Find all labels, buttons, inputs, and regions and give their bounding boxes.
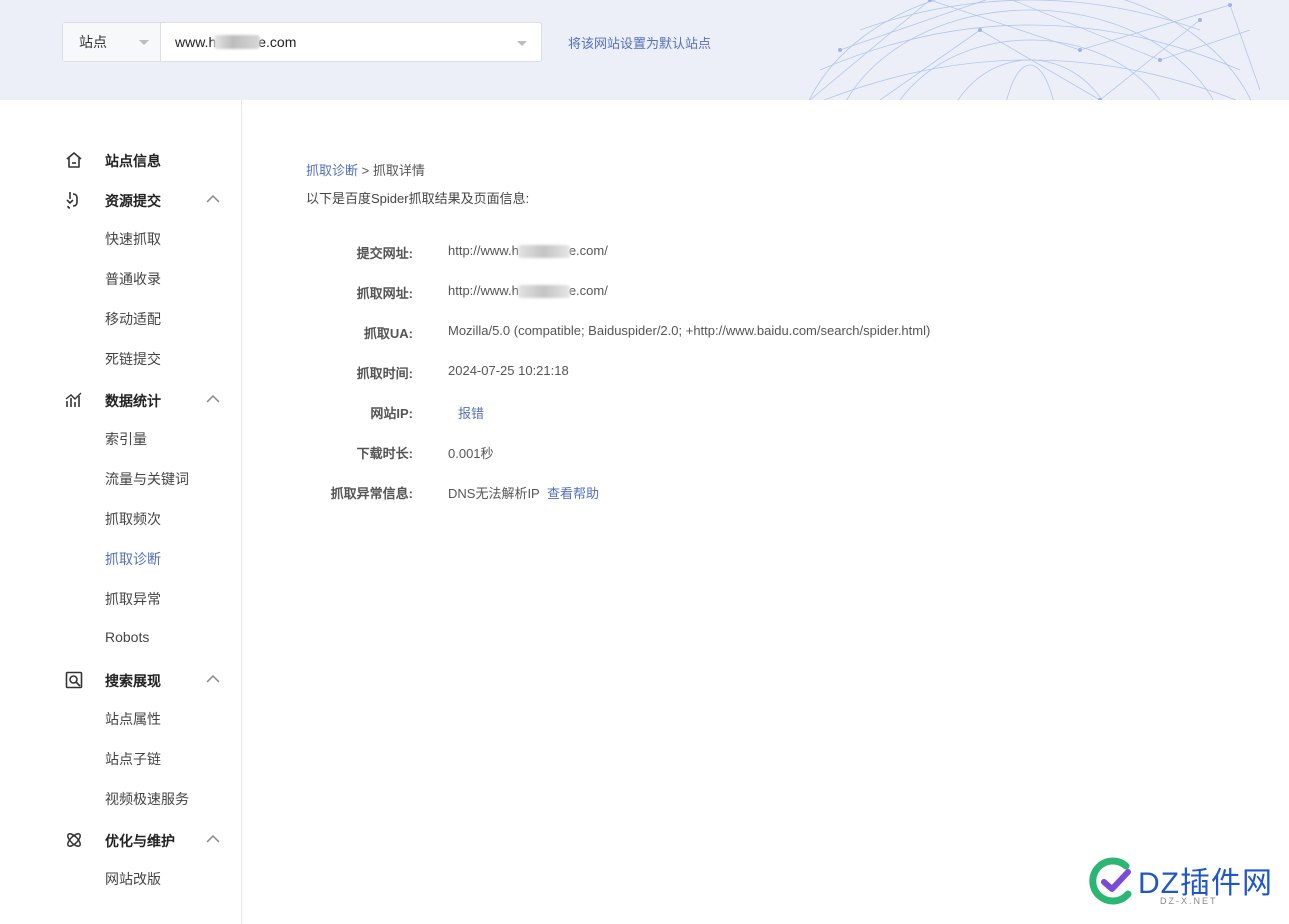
view-help-link[interactable]: 查看帮助 <box>547 486 599 501</box>
redacted-mask <box>517 285 570 299</box>
submit-url-prefix: http://www.h <box>448 243 519 258</box>
breadcrumb-current: 抓取详情 <box>372 163 425 178</box>
detail-label: 抓取网址: <box>356 286 413 301</box>
watermark-logo-icon <box>1089 857 1132 905</box>
sidebar-item-video-fast-service[interactable]: 视频极速服务 <box>105 789 189 809</box>
intro-text: 以下是百度Spider抓取结果及页面信息: <box>306 191 530 206</box>
detail-value: Mozilla/5.0 (compatible; Baiduspider/2.0… <box>448 323 931 338</box>
detail-label: 抓取时间: <box>356 366 413 381</box>
detail-value: 报错 <box>458 403 484 422</box>
set-default-site-link[interactable]: 将该网站设置为默认站点 <box>568 33 711 52</box>
sidebar-group-label: 站点信息 <box>105 153 161 169</box>
detail-row-submit-url: 提交网址: http://www.h e.com/ <box>243 242 1143 262</box>
sidebar-item-crawl-frequency[interactable]: 抓取频次 <box>105 509 161 529</box>
sidebar-group-label: 搜索展现 <box>105 673 161 689</box>
top-header: 站点 www.h e.com 将该网站设置为默认站点 <box>0 0 1289 100</box>
sidebar: 站点信息 资源提交 快速抓取 普通收录 移动适配 死链提交 数据统计 索引量 流… <box>0 100 242 924</box>
fetch-url-suffix: e.com/ <box>568 283 608 298</box>
sidebar-item-site-attributes[interactable]: 站点属性 <box>105 709 161 729</box>
sidebar-item-index-volume[interactable]: 索引量 <box>105 429 147 449</box>
detail-label: 提交网址: <box>356 246 413 261</box>
sidebar-group-label: 数据统计 <box>105 393 161 409</box>
optimize-icon <box>67 833 81 847</box>
caret-down-icon <box>139 40 149 45</box>
breadcrumb: 抓取诊断 > 抓取详情 <box>306 160 425 179</box>
sidebar-item-mobile-adapt[interactable]: 移动适配 <box>105 309 161 329</box>
caret-down-icon <box>517 41 527 46</box>
detail-row-error: 抓取异常信息: DNS无法解析IP 查看帮助 <box>243 482 1143 502</box>
sidebar-group-label: 资源提交 <box>105 193 161 209</box>
submit-url-suffix: e.com/ <box>568 243 608 258</box>
site-url-prefix: www.h <box>175 34 217 50</box>
site-url-suffix: e.com <box>258 34 297 50</box>
detail-row-duration: 下载时长: 0.001秒 <box>243 442 1143 462</box>
fetch-url-prefix: http://www.h <box>448 283 519 298</box>
detail-label: 抓取UA: <box>363 326 413 341</box>
watermark: DZ插件网 DZ-X.NET <box>1088 852 1283 916</box>
stats-icon <box>65 392 82 407</box>
detail-row-fetch-url: 抓取网址: http://www.h e.com/ <box>243 282 1143 302</box>
report-error-link[interactable]: 报错 <box>458 406 484 421</box>
detail-value: http://www.h e.com/ <box>448 243 608 259</box>
sidebar-item-dead-link[interactable]: 死链提交 <box>105 349 161 369</box>
sidebar-item-crawl-diagnosis[interactable]: 抓取诊断 <box>105 549 161 569</box>
chevron-up-icon <box>206 394 220 403</box>
site-picker: 站点 www.h e.com <box>62 22 542 62</box>
sidebar-item-traffic-keywords[interactable]: 流量与关键词 <box>105 469 189 489</box>
detail-label: 抓取异常信息: <box>330 486 413 501</box>
breadcrumb-link-crawl-diagnosis[interactable]: 抓取诊断 <box>306 163 358 178</box>
sidebar-item-robots[interactable]: Robots <box>105 629 149 645</box>
redacted-mask <box>214 35 261 49</box>
chevron-up-icon <box>206 194 220 203</box>
detail-label: 下载时长: <box>356 446 413 461</box>
sidebar-group-label: 优化与维护 <box>105 833 175 849</box>
sidebar-item-crawl-errors[interactable]: 抓取异常 <box>105 589 161 609</box>
link-submit-icon <box>66 192 78 209</box>
site-url-dropdown[interactable]: www.h e.com <box>161 23 541 61</box>
detail-label: 网站IP: <box>370 406 413 421</box>
sidebar-item-site-sublinks[interactable]: 站点子链 <box>105 749 161 769</box>
sidebar-item-fast-crawl[interactable]: 快速抓取 <box>105 229 161 249</box>
sidebar-group-optimize[interactable]: 优化与维护 <box>0 828 242 852</box>
home-icon <box>66 152 82 168</box>
error-text: DNS无法解析IP <box>448 486 540 501</box>
sidebar-group-resource-submit[interactable]: 资源提交 <box>0 188 242 212</box>
sidebar-item-site-revision[interactable]: 网站改版 <box>105 869 161 889</box>
chevron-up-icon <box>206 674 220 683</box>
globe-decoration <box>808 0 1261 100</box>
search-display-icon <box>65 671 83 689</box>
breadcrumb-separator: > <box>361 163 370 178</box>
detail-row-ua: 抓取UA: Mozilla/5.0 (compatible; Baiduspid… <box>243 322 1143 342</box>
site-type-label: 站点 <box>79 34 107 50</box>
detail-row-time: 抓取时间: 2024-07-25 10:21:18 <box>243 362 1143 382</box>
main-content: 抓取诊断 > 抓取详情 以下是百度Spider抓取结果及页面信息: 提交网址: … <box>243 100 1289 924</box>
redacted-mask <box>517 245 570 259</box>
chevron-up-icon <box>206 834 220 843</box>
detail-value: 0.001秒 <box>448 446 494 461</box>
detail-value: http://www.h e.com/ <box>448 283 608 299</box>
watermark-subtext: DZ-X.NET <box>1160 896 1218 906</box>
site-type-dropdown[interactable]: 站点 <box>63 23 161 61</box>
sidebar-item-normal-index[interactable]: 普通收录 <box>105 269 161 289</box>
detail-value: DNS无法解析IP 查看帮助 <box>448 483 599 502</box>
sidebar-group-search-display[interactable]: 搜索展现 <box>0 668 242 692</box>
detail-value: 2024-07-25 10:21:18 <box>448 363 569 378</box>
detail-row-ip: 网站IP: 报错 <box>243 402 1143 422</box>
sidebar-group-data-stats[interactable]: 数据统计 <box>0 388 242 412</box>
sidebar-group-site-info[interactable]: 站点信息 <box>0 148 242 172</box>
